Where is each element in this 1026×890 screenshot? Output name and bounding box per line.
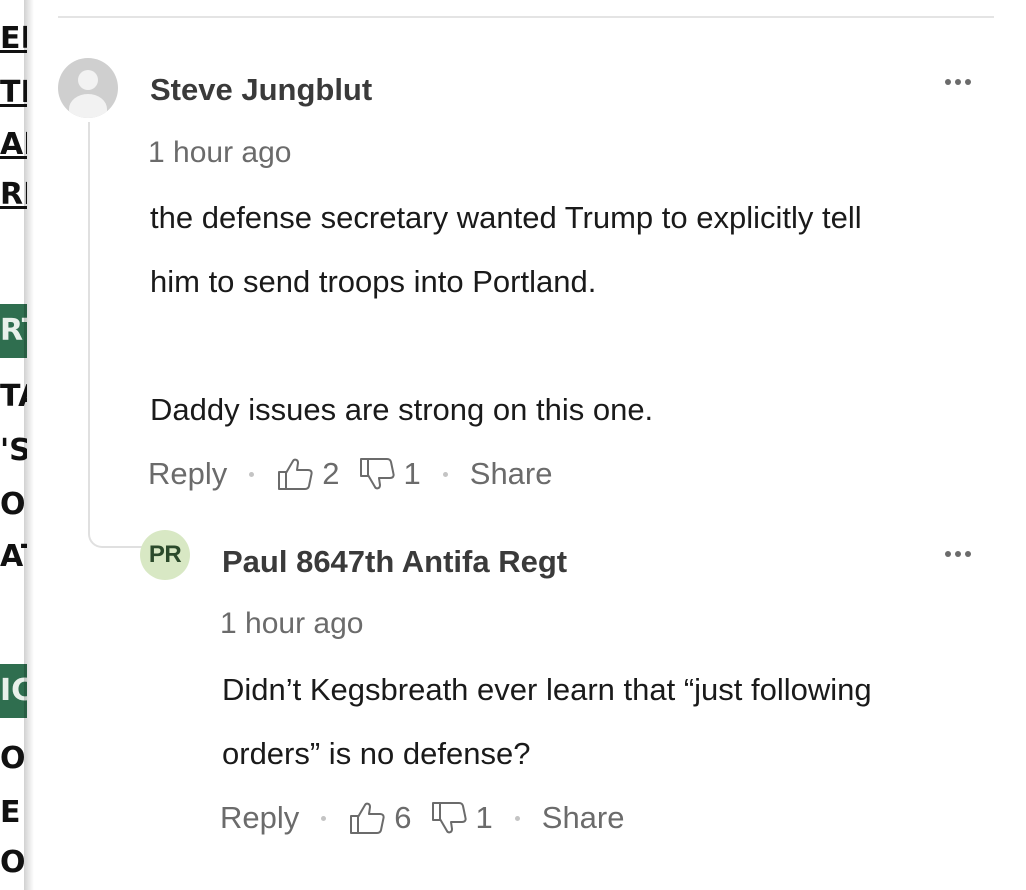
share-button[interactable]: Share bbox=[542, 800, 625, 836]
upvote-button[interactable]: 2 bbox=[276, 456, 340, 492]
separator-dot bbox=[249, 471, 255, 477]
reply-button[interactable]: Reply bbox=[220, 800, 299, 836]
article-fragment: 'S bbox=[0, 433, 27, 468]
comment-actions: Reply 6 1 Share bbox=[220, 798, 625, 838]
panel-shadow bbox=[24, 0, 34, 890]
avatar-head-shape bbox=[78, 70, 98, 90]
thumbs-down-icon bbox=[359, 458, 395, 490]
article-fragment: OI bbox=[0, 845, 27, 880]
downvote-button[interactable]: 1 bbox=[430, 800, 493, 836]
avatar[interactable] bbox=[58, 58, 118, 118]
comment-author[interactable]: Steve Jungblut bbox=[150, 72, 372, 108]
article-fragment: OR bbox=[0, 741, 27, 776]
upvote-count: 2 bbox=[322, 456, 340, 491]
reply-thread-line bbox=[88, 122, 142, 548]
avatar[interactable]: PR bbox=[140, 530, 190, 580]
article-fragment: OU bbox=[0, 487, 27, 522]
separator-dot bbox=[321, 815, 327, 821]
article-category-tag: IC bbox=[0, 664, 27, 718]
article-category-tag: RT bbox=[0, 304, 27, 358]
separator-dot bbox=[514, 815, 520, 821]
upvote-count: 6 bbox=[394, 800, 412, 835]
thumbs-down-icon bbox=[431, 802, 467, 834]
upvote-button[interactable]: 6 bbox=[348, 800, 412, 836]
more-options-icon[interactable] bbox=[944, 549, 974, 559]
avatar-body-shape bbox=[69, 94, 107, 118]
reply-button[interactable]: Reply bbox=[148, 456, 227, 492]
background-article-sliver: ER TI AN RI RT TA 'S OU AT IC OR E OI bbox=[0, 0, 27, 890]
article-fragment: RI bbox=[0, 177, 27, 212]
comment-text-line: Daddy issues are strong on this one. bbox=[150, 392, 654, 427]
downvote-button[interactable]: 1 bbox=[358, 456, 421, 492]
comments-page: ER TI AN RI RT TA 'S OU AT IC OR E OI St… bbox=[0, 0, 1026, 890]
article-fragment: E bbox=[0, 795, 21, 830]
downvote-count: 1 bbox=[475, 800, 493, 835]
share-button[interactable]: Share bbox=[470, 456, 553, 492]
separator-dot bbox=[442, 471, 448, 477]
article-fragment: TI bbox=[0, 75, 27, 110]
comment-text-line: orders” is no defense? bbox=[222, 736, 531, 771]
thumbs-up-icon bbox=[278, 458, 313, 490]
divider bbox=[58, 16, 994, 18]
article-fragment: ER bbox=[0, 21, 27, 56]
thumbs-up-icon bbox=[350, 802, 385, 834]
comment-timestamp: 1 hour ago bbox=[148, 136, 292, 169]
comment-timestamp: 1 hour ago bbox=[220, 607, 364, 640]
article-fragment: AT bbox=[0, 539, 27, 574]
comment-text-line: the defense secretary wanted Trump to ex… bbox=[150, 200, 862, 235]
comment-text-line: him to send troops into Portland. bbox=[150, 264, 597, 299]
article-fragment: TA bbox=[0, 379, 27, 414]
more-options-icon[interactable] bbox=[944, 77, 974, 87]
comment-actions: Reply 2 1 Share bbox=[148, 454, 553, 494]
comment-author[interactable]: Paul 8647th Antifa Regt bbox=[222, 544, 567, 580]
article-fragment: AN bbox=[0, 127, 27, 162]
downvote-count: 1 bbox=[403, 456, 421, 491]
comment-text-line: Didn’t Kegsbreath ever learn that “just … bbox=[222, 672, 872, 707]
